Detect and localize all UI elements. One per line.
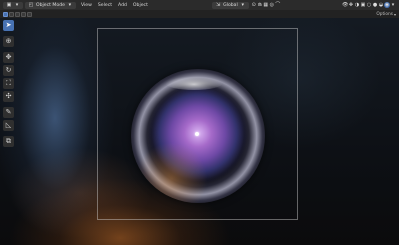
- add-cube-icon: ⧉: [6, 137, 11, 145]
- mode-label: Object Mode: [36, 2, 65, 8]
- cursor-icon: ➤: [5, 21, 12, 29]
- rotate-tool[interactable]: ↻: [3, 65, 14, 76]
- object-mode-icon: ◰: [28, 2, 34, 8]
- falloff-icon[interactable]: ⌒: [275, 2, 281, 8]
- chevron-down-icon: ▾: [68, 2, 72, 8]
- 3d-viewport-icon: ▣: [6, 2, 12, 8]
- sphere-specular-highlight: [165, 76, 223, 90]
- select-mode-subtract-icon[interactable]: [15, 11, 20, 17]
- orientation-label: Global: [223, 2, 238, 8]
- chevron-down-icon: ▾: [393, 11, 396, 17]
- tool-settings-bar: Options ▾: [0, 10, 399, 18]
- 3d-viewport[interactable]: [0, 18, 399, 245]
- 3d-cursor: [195, 132, 199, 136]
- scale-icon: ⛶: [6, 79, 11, 87]
- options-dropdown[interactable]: Options: [376, 12, 393, 17]
- transform-tool[interactable]: ✣: [3, 91, 14, 102]
- select-mode-new-icon[interactable]: [3, 11, 8, 17]
- select-mode-invert-icon[interactable]: [21, 11, 26, 17]
- rotate-icon: ↻: [5, 66, 12, 74]
- transform-orientation-icon: ⇲: [216, 2, 221, 8]
- mode-selector[interactable]: ◰ Object Mode ▾: [25, 1, 76, 9]
- editor-type-selector[interactable]: ▣ ▾: [3, 1, 23, 9]
- tool-shelf: ➤ ⊕ ✥ ↻ ⛶ ✣ ✎ ◺ ⧉: [3, 20, 15, 147]
- scale-tool[interactable]: ⛶: [3, 78, 14, 89]
- orientation-selector[interactable]: ⇲ Global ▾: [212, 1, 249, 9]
- select-tool[interactable]: ➤: [3, 20, 14, 31]
- add-cube-tool[interactable]: ⧉: [3, 136, 14, 147]
- viewport-header: ▣ ▾ ◰ Object Mode ▾ View Select Add Obje…: [0, 0, 399, 10]
- annotate-icon: ✎: [5, 108, 12, 116]
- menu-add[interactable]: Add: [118, 3, 127, 8]
- 3d-cursor-icon: ⊕: [5, 37, 12, 45]
- select-mode-extend-icon[interactable]: [9, 11, 14, 17]
- shading-options-icon[interactable]: ▾: [390, 2, 396, 8]
- select-mode-intersect-icon[interactable]: [27, 11, 32, 17]
- move-tool[interactable]: ✥: [3, 52, 14, 63]
- transform-icon: ✣: [5, 92, 12, 100]
- menu-view[interactable]: View: [81, 3, 92, 8]
- move-icon: ✥: [5, 53, 12, 61]
- chevron-down-icon: ▾: [241, 2, 245, 8]
- menu-object[interactable]: Object: [133, 3, 148, 8]
- measure-tool[interactable]: ◺: [3, 120, 14, 131]
- measure-icon: ◺: [5, 121, 12, 129]
- cursor-tool[interactable]: ⊕: [3, 36, 14, 47]
- annotate-tool[interactable]: ✎: [3, 107, 14, 118]
- menu-select[interactable]: Select: [98, 3, 112, 8]
- chevron-down-icon: ▾: [15, 2, 19, 8]
